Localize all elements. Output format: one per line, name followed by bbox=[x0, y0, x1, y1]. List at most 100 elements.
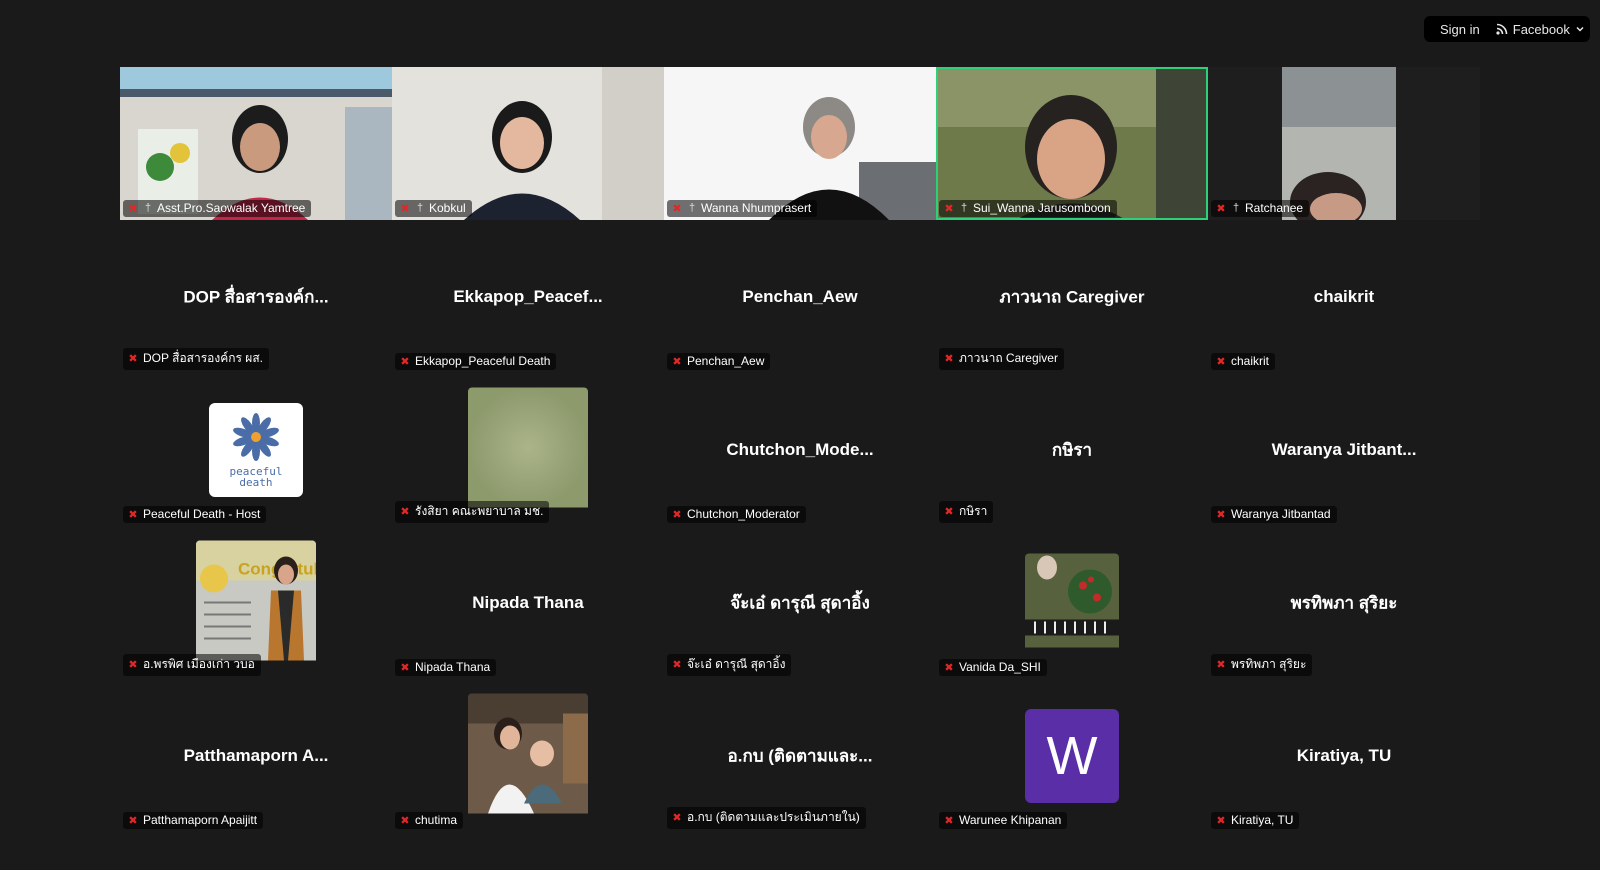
participant-name: Ratchanee bbox=[1245, 201, 1304, 215]
mic-off-icon: ✖ bbox=[672, 202, 682, 215]
mic-off-icon: ✖ bbox=[1216, 814, 1226, 827]
participant-name-label: ✖ chaikrit bbox=[1211, 353, 1276, 370]
participant-name-label: ✖ † Kobkul bbox=[395, 200, 472, 217]
participant-tile[interactable]: ✖ † Kobkul bbox=[392, 67, 664, 220]
participant-tile[interactable]: Ekkapop_Peacef... ✖ Ekkapop_Peaceful Deat… bbox=[392, 220, 664, 373]
participant-tile[interactable]: Congratul ✖ อ.พรพิศ เมืองเก่า วบอ bbox=[120, 526, 392, 679]
mic-off-icon: ✖ bbox=[400, 355, 410, 368]
participant-name-label: ✖ DOP สื่อสารองค์กร ผส. bbox=[123, 348, 269, 370]
participant-name-label: ✖ Vanida Da_SHI bbox=[939, 659, 1047, 676]
participant-display-name: chaikrit bbox=[1313, 286, 1375, 306]
participant-tile[interactable]: ✖ † Ratchanee bbox=[1208, 67, 1480, 220]
video-feed bbox=[936, 67, 1208, 220]
peaceful-death-logo: peaceful death bbox=[209, 402, 303, 497]
facebook-source-dropdown[interactable]: Facebook bbox=[1492, 22, 1585, 37]
participant-name: อ.พรพิศ เมืองเก่า วบอ bbox=[143, 657, 255, 671]
participant-name: Waranya Jitbantad bbox=[1231, 507, 1331, 521]
mic-off-icon: ✖ bbox=[400, 661, 410, 674]
rss-icon bbox=[1496, 23, 1508, 35]
facebook-label: Facebook bbox=[1512, 21, 1570, 37]
participant-tile[interactable]: ✖ Vanida Da_SHI bbox=[936, 526, 1208, 679]
participant-name-label: ✖ † Wanna Nhumprasert bbox=[667, 200, 818, 217]
profile-photo bbox=[1025, 553, 1119, 652]
participant-name-label: ✖ Chutchon_Moderator bbox=[667, 506, 806, 523]
participant-name: Vanida Da_SHI bbox=[959, 660, 1041, 674]
participant-name: DOP สื่อสารองค์กร ผส. bbox=[143, 351, 263, 365]
mic-off-icon: ✖ bbox=[400, 814, 410, 827]
participant-display-name: Patthamaporn A... bbox=[183, 745, 329, 765]
mic-off-icon: ✖ bbox=[1216, 355, 1226, 368]
mic-off-icon: ✖ bbox=[672, 355, 682, 368]
participant-tile[interactable]: DOP สื่อสารองค์ก... ✖ DOP สื่อสารองค์กร ผ… bbox=[120, 220, 392, 373]
participant-display-name: Nipada Thana bbox=[472, 592, 584, 612]
participant-name: Kiratiya, TU bbox=[1231, 813, 1294, 827]
participant-name: chaikrit bbox=[1231, 354, 1270, 368]
pin-icon: † bbox=[1232, 202, 1240, 214]
pin-icon: † bbox=[416, 202, 424, 214]
participant-name: กษิรา bbox=[959, 504, 988, 518]
participant-tile[interactable]: Kiratiya, TU ✖ Kiratiya, TU bbox=[1208, 679, 1480, 832]
participant-display-name: Chutchon_Mode... bbox=[726, 439, 874, 459]
participant-name: Nipada Thana bbox=[415, 660, 491, 674]
participant-display-name: อ.กบ (ติดตามและ... bbox=[727, 746, 873, 765]
mic-off-icon: ✖ bbox=[672, 812, 682, 824]
participant-name: Wanna Nhumprasert bbox=[701, 201, 812, 215]
participant-display-name: จ๊ะเอ๋ ดารุณี สุดาอิ้ง bbox=[730, 593, 870, 612]
participant-tile[interactable]: กษิรา ✖ กษิรา bbox=[936, 373, 1208, 526]
participant-tile[interactable]: ✖ † Wanna Nhumprasert bbox=[664, 67, 936, 220]
participant-tile[interactable]: peaceful death ✖ Peaceful Death - Host bbox=[120, 373, 392, 526]
participant-tile[interactable]: จ๊ะเอ๋ ดารุณี สุดาอิ้ง ✖ จ๊ะเอ๋ ดารุณี สุ… bbox=[664, 526, 936, 679]
logo-text: death bbox=[239, 475, 273, 489]
mic-off-icon: ✖ bbox=[128, 202, 138, 215]
participant-tile[interactable]: อ.กบ (ติดตามและ... ✖ อ.กบ (ติดตามและประเม… bbox=[664, 679, 936, 832]
participant-name: Kobkul bbox=[429, 201, 466, 215]
participant-tile[interactable]: ✖ chutima bbox=[392, 679, 664, 832]
participant-tile[interactable]: Chutchon_Mode... ✖ Chutchon_Moderator bbox=[664, 373, 936, 526]
participant-display-name: Ekkapop_Peacef... bbox=[453, 286, 603, 306]
top-bar: Sign in Facebook bbox=[1424, 16, 1590, 42]
mic-off-icon: ✖ bbox=[944, 353, 954, 365]
letter-avatar: W bbox=[1025, 708, 1119, 803]
participant-tile-active-speaker[interactable]: ✖ † Sui_Wanna Jarusomboon bbox=[936, 67, 1208, 220]
participant-tile[interactable]: Waranya Jitbant... ✖ Waranya Jitbantad bbox=[1208, 373, 1480, 526]
participant-display-name: Penchan_Aew bbox=[742, 286, 858, 306]
participant-display-name: พรทิพภา สุริยะ bbox=[1290, 593, 1398, 612]
participant-name: Peaceful Death - Host bbox=[143, 507, 261, 521]
participant-display-name: DOP สื่อสารองค์ก... bbox=[183, 287, 329, 306]
participant-tile[interactable]: Patthamaporn A... ✖ Patthamaporn Apaijitt bbox=[120, 679, 392, 832]
mic-off-icon: ✖ bbox=[128, 508, 138, 521]
pin-icon: † bbox=[688, 202, 696, 214]
participant-tile[interactable]: W ✖ Warunee Khipanan bbox=[936, 679, 1208, 832]
participant-name-label: ✖ Warunee Khipanan bbox=[939, 812, 1068, 829]
participant-name-label: ✖ Kiratiya, TU bbox=[1211, 812, 1300, 829]
participant-name-label: ✖ Nipada Thana bbox=[395, 659, 497, 676]
mic-off-icon: ✖ bbox=[944, 202, 954, 215]
video-feed bbox=[664, 67, 936, 220]
participant-tile[interactable]: ✖ รังสิยา คณะพยาบาล มช. bbox=[392, 373, 664, 526]
participant-tile[interactable]: Penchan_Aew ✖ Penchan_Aew bbox=[664, 220, 936, 373]
participant-tile[interactable]: ภาวนาถ Caregiver ✖ ภาวนาถ Caregiver bbox=[936, 220, 1208, 373]
participant-name: รังสิยา คณะพยาบาล มช. bbox=[415, 504, 544, 518]
participant-name: Penchan_Aew bbox=[687, 354, 765, 368]
profile-photo: Congratul bbox=[196, 540, 316, 665]
participant-name: Chutchon_Moderator bbox=[687, 507, 800, 521]
participant-tile[interactable]: Nipada Thana ✖ Nipada Thana bbox=[392, 526, 664, 679]
participant-name-label: ✖ † Ratchanee bbox=[1211, 200, 1310, 217]
chevron-down-icon bbox=[1576, 26, 1584, 32]
participant-tile[interactable]: พรทิพภา สุริยะ ✖ พรทิพภา สุริยะ bbox=[1208, 526, 1480, 679]
participant-gallery: ✖ † Asst.Pro.Saowalak Yamtree ✖ † Kobkul ✖ † W… bbox=[120, 67, 1480, 832]
video-feed bbox=[392, 67, 664, 220]
participant-display-name: กษิรา bbox=[1051, 440, 1093, 459]
participant-name-label: ✖ อ.พรพิศ เมืองเก่า วบอ bbox=[123, 654, 261, 676]
mic-off-icon: ✖ bbox=[944, 506, 954, 518]
sign-in-link[interactable]: Sign in bbox=[1424, 22, 1492, 37]
participant-name-label: ✖ Waranya Jitbantad bbox=[1211, 506, 1337, 523]
participant-tile[interactable]: chaikrit ✖ chaikrit bbox=[1208, 220, 1480, 373]
flower-icon bbox=[233, 412, 279, 461]
participant-name-label: ✖ Penchan_Aew bbox=[667, 353, 771, 370]
participant-name: Ekkapop_Peaceful Death bbox=[415, 354, 551, 368]
participant-tile[interactable]: ✖ † Asst.Pro.Saowalak Yamtree bbox=[120, 67, 392, 220]
participant-display-name: Kiratiya, TU bbox=[1296, 745, 1392, 765]
participant-name-label: ✖ Ekkapop_Peaceful Death bbox=[395, 353, 557, 370]
mic-off-icon: ✖ bbox=[128, 353, 138, 365]
